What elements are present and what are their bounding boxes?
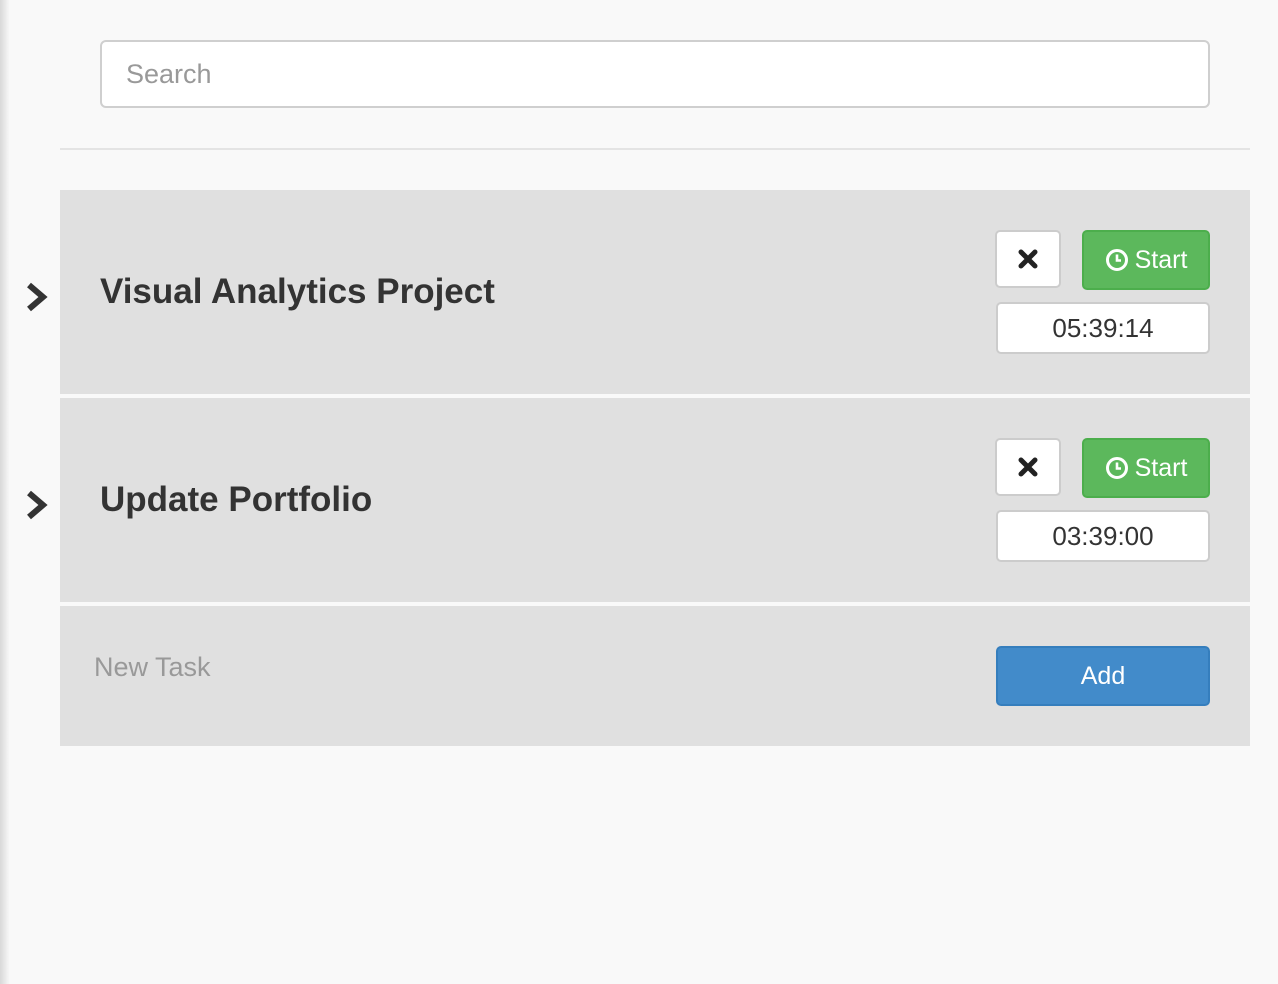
task-title: Update Portfolio [100, 480, 373, 519]
chevron-right-icon[interactable] [24, 490, 48, 520]
task-row-content: Visual Analytics Project Start 05:39:14 [60, 190, 1250, 394]
start-timer-button[interactable]: Start [1082, 438, 1210, 498]
task-timer: 03:39:00 [996, 510, 1210, 562]
new-task-input[interactable] [82, 644, 706, 690]
search-input[interactable] [100, 40, 1210, 108]
start-timer-button[interactable]: Start [1082, 230, 1210, 290]
delete-task-button[interactable] [995, 230, 1061, 288]
clock-icon [1105, 249, 1128, 271]
task-title: Visual Analytics Project [100, 272, 495, 311]
search-area [60, 0, 1250, 150]
close-icon [1018, 457, 1038, 477]
start-button-label: Start [1134, 245, 1188, 274]
clock-icon [1105, 457, 1128, 479]
task-row-content: Update Portfolio Start 03:39:00 [60, 398, 1250, 602]
left-panel-edge [0, 0, 10, 984]
start-button-label: Start [1134, 453, 1188, 482]
task-timer: 05:39:14 [996, 302, 1210, 354]
delete-task-button[interactable] [995, 438, 1061, 496]
add-task-button[interactable]: Add [996, 646, 1210, 706]
new-task-row: Add [60, 606, 1250, 746]
chevron-right-icon[interactable] [24, 282, 48, 312]
close-icon [1018, 249, 1038, 269]
